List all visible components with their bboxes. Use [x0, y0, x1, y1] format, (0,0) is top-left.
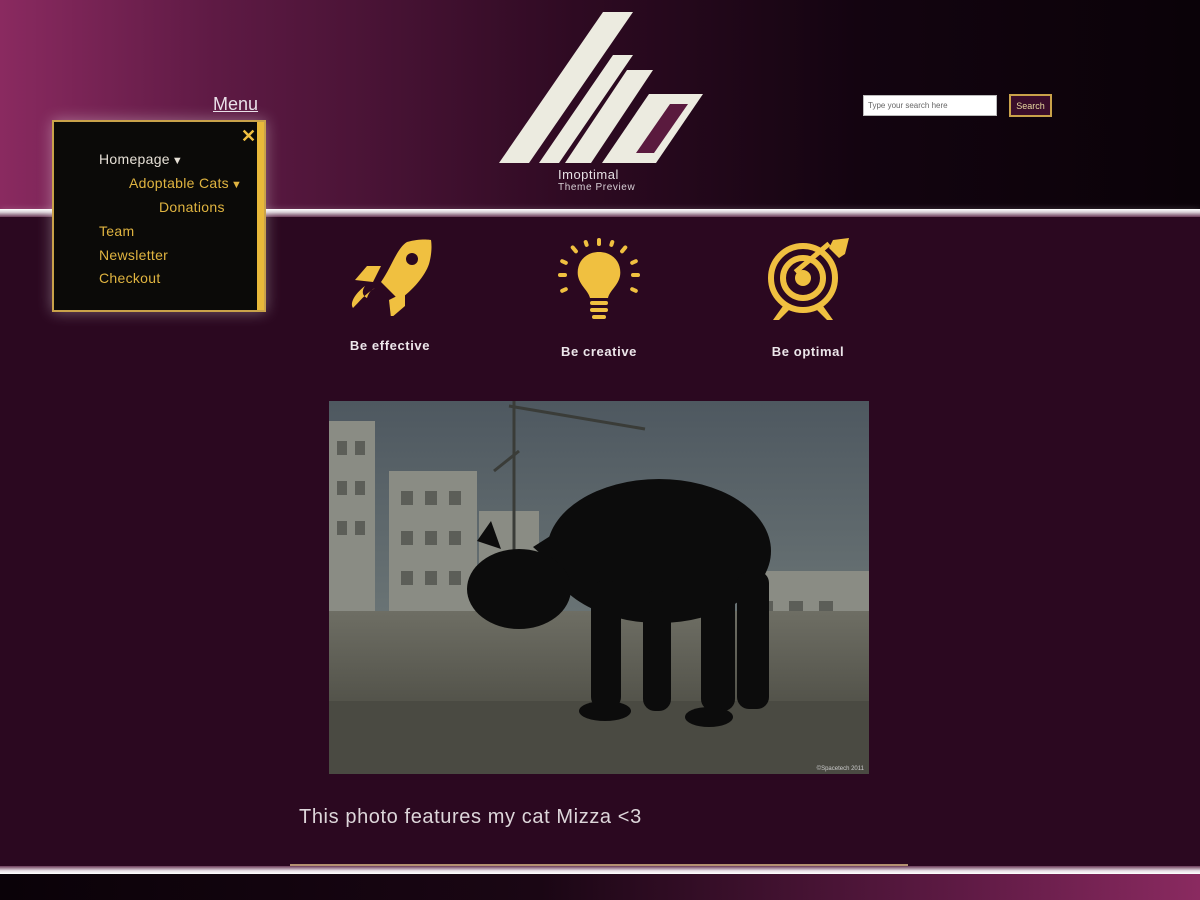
search-input[interactable]: [863, 95, 997, 116]
feature-effective: Be effective: [330, 236, 450, 353]
menu-item-homepage[interactable]: Homepage ▼: [99, 151, 183, 167]
imo-logo-icon[interactable]: [495, 10, 705, 170]
site-title: Imoptimal: [558, 167, 619, 182]
menu-item-donations[interactable]: Donations: [159, 199, 225, 215]
feature-creative: Be creative: [539, 236, 659, 359]
menu-item-team[interactable]: Team: [99, 223, 134, 239]
chevron-down-icon[interactable]: ▼: [172, 155, 183, 167]
chevron-down-icon[interactable]: ▼: [231, 179, 242, 191]
rocket-icon: [351, 239, 432, 316]
lightbulb-icon: [558, 238, 640, 319]
feature-label: Be creative: [561, 344, 637, 359]
photo-caption: This photo features my cat Mizza <3: [299, 806, 642, 828]
site-subtitle: Theme Preview: [558, 182, 636, 193]
featured-photo: ©Spacetech 2011: [329, 401, 869, 774]
target-icon: [768, 238, 849, 320]
feature-label: Be effective: [349, 338, 431, 353]
menu-toggle-link[interactable]: Menu: [213, 94, 258, 115]
footer-divider: [0, 866, 1200, 874]
menu-item-adoptable-cats[interactable]: Adoptable Cats ▼: [129, 175, 242, 191]
menu-item-newsletter[interactable]: Newsletter: [99, 247, 168, 263]
menu-item-label: Adoptable Cats: [129, 175, 229, 191]
menu-item-label: Homepage: [99, 151, 170, 167]
close-icon[interactable]: ✕: [241, 126, 256, 147]
menu-item-checkout[interactable]: Checkout: [99, 270, 161, 286]
site-footer: [0, 874, 1200, 900]
feature-optimal: Be optimal: [748, 236, 868, 359]
menu-scrollbar[interactable]: [257, 122, 264, 310]
feature-label: Be optimal: [771, 344, 845, 359]
photo-watermark: ©Spacetech 2011: [817, 765, 865, 772]
menu-panel: ✕ Homepage ▼ Adoptable Cats ▼ Donations Te…: [52, 120, 266, 312]
search-button[interactable]: Search: [1009, 94, 1052, 117]
